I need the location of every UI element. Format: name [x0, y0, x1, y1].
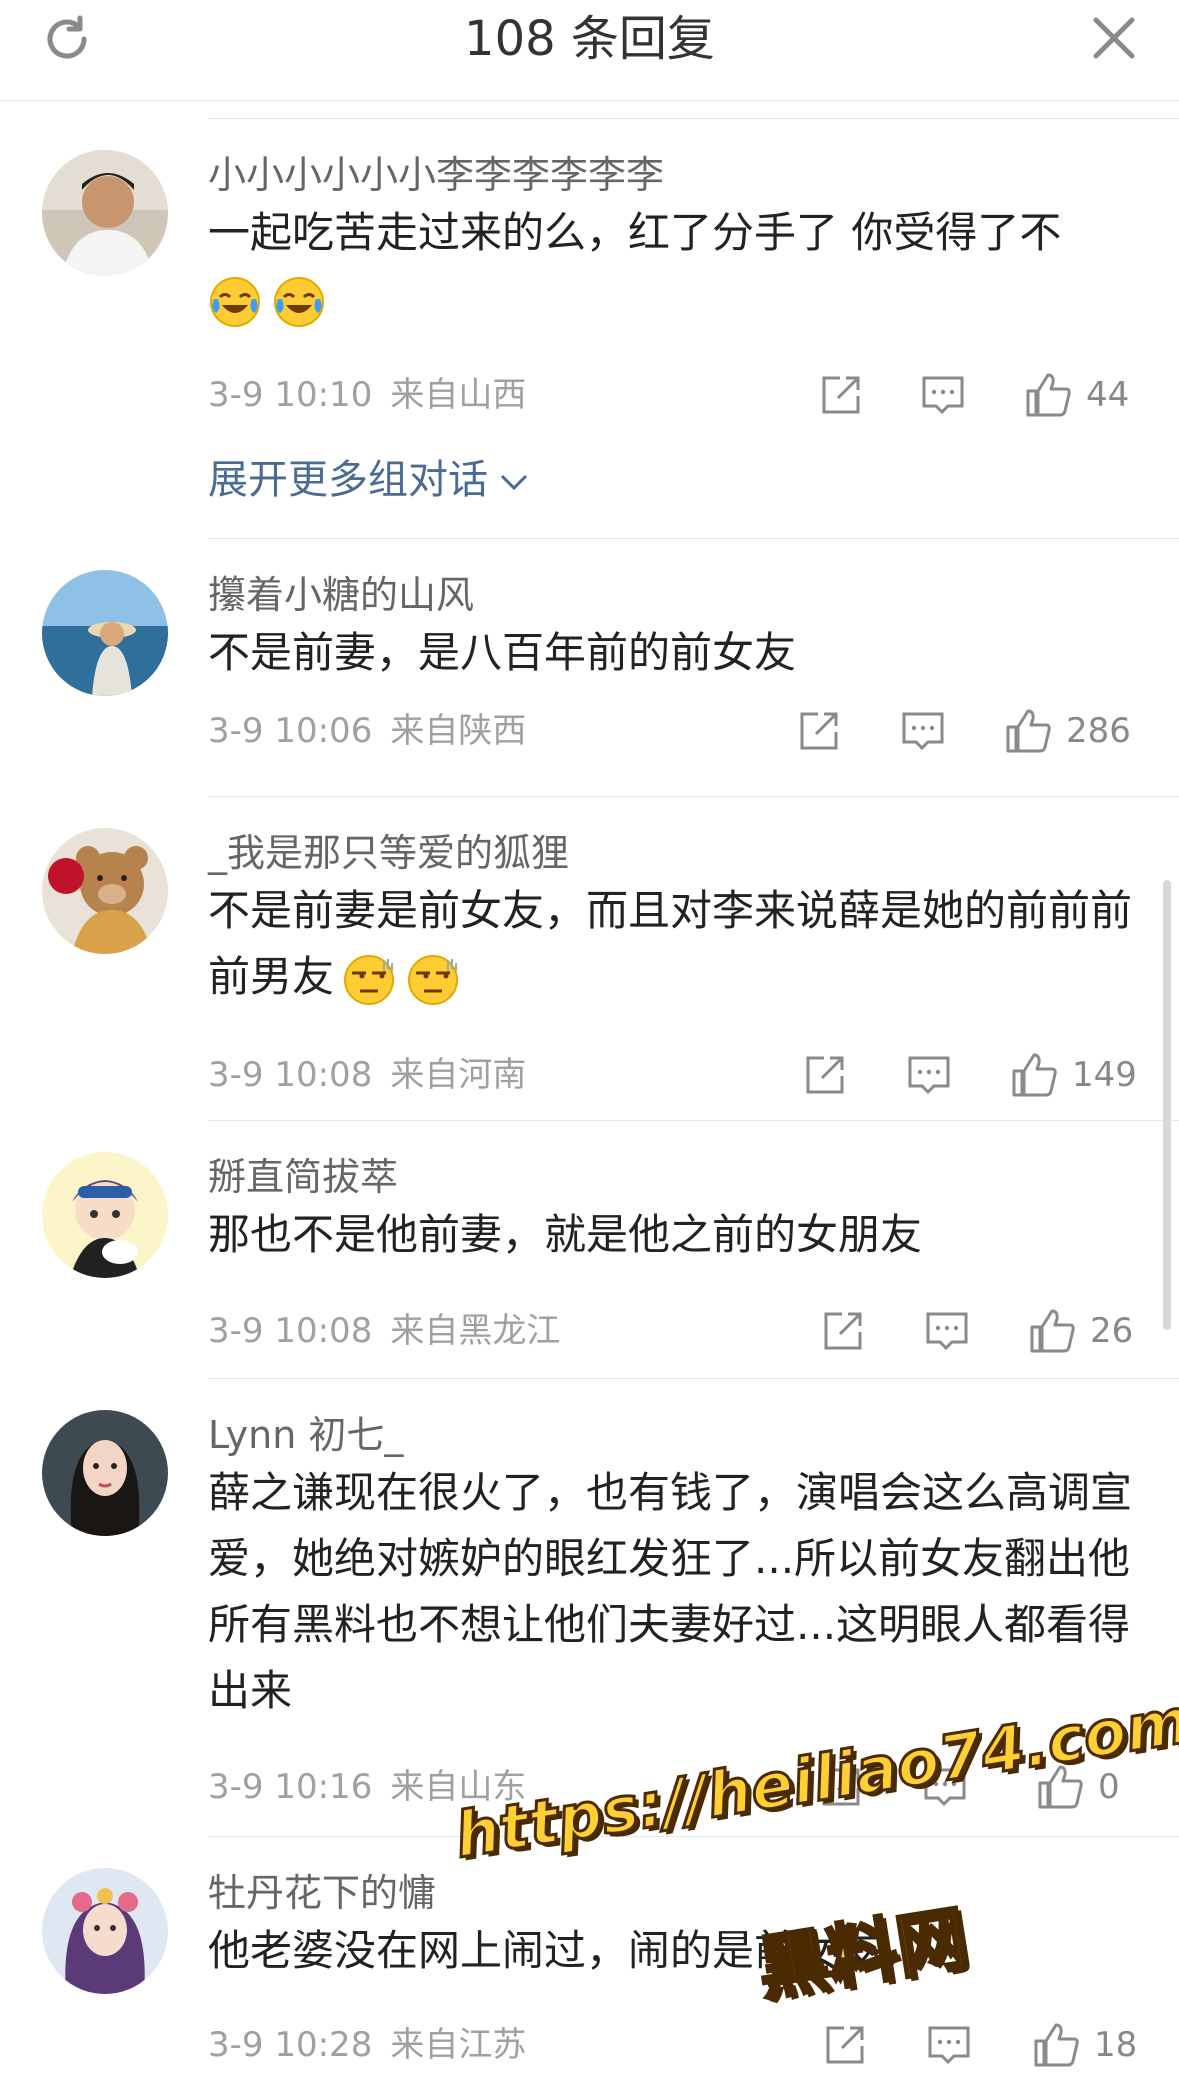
- chevron-down-icon: [500, 474, 528, 491]
- share-icon: [800, 712, 838, 750]
- scrollbar[interactable]: [1163, 880, 1171, 1330]
- reply-button[interactable]: [900, 706, 946, 756]
- comment-time: 3-9 10:16: [208, 1767, 373, 1807]
- comment-text: 薛之谦现在很火了，也有钱了，演唱会这么高调宣爱，她绝对嫉妒的眼红发狂了...所以…: [208, 1468, 1133, 1715]
- username[interactable]: _我是那只等爱的狐狸: [208, 828, 569, 878]
- side-eye-emoji: [408, 954, 459, 1005]
- comment-item: 掰直简拔萃 那也不是他前妻，就是他之前的女朋友 3-9 10:08 来自黑龙江 2…: [0, 1152, 1179, 1362]
- close-icon[interactable]: [1090, 14, 1138, 62]
- reply-button[interactable]: [924, 1306, 970, 1356]
- laugh-cry-emoji: [210, 276, 260, 327]
- username[interactable]: 掰直简拔萃: [208, 1152, 398, 1202]
- comment-time: 3-9 10:08: [208, 1055, 373, 1095]
- comment-item: 小小小小小小李李李李李李 一起吃苦走过来的么，红了分手了 你受得了不 3-9 1…: [0, 150, 1179, 540]
- divider: [208, 796, 1179, 797]
- like-button[interactable]: 286: [1004, 706, 1131, 756]
- avatar[interactable]: [42, 150, 168, 276]
- comment-meta: 3-9 10:06 来自陕西: [208, 706, 526, 756]
- divider: [208, 1120, 1179, 1121]
- laugh-cry-emoji: [274, 276, 324, 327]
- page-title: 108 条回复: [464, 11, 715, 67]
- comment-text: 一起吃苦走过来的么，红了分手了 你受得了不: [208, 200, 1138, 332]
- like-count: 44: [1086, 375, 1130, 415]
- comment-icon: [902, 712, 944, 751]
- like-button[interactable]: 44: [1024, 370, 1129, 420]
- header-bar: 108 条回复: [0, 0, 1179, 101]
- avatar[interactable]: [42, 1410, 168, 1536]
- comment-text-body: 一起吃苦走过来的么，红了分手了 你受得了不: [208, 208, 1062, 257]
- expand-conversation-link[interactable]: 展开更多组对话: [208, 452, 532, 508]
- comment-item: _我是那只等爱的狐狸 不是前妻是前女友，而且对李来说薛是她的前前前前男友 3-9…: [0, 828, 1179, 1118]
- like-button[interactable]: 149: [1010, 1050, 1137, 1100]
- divider: [208, 1378, 1179, 1379]
- expand-label: 展开更多组对话: [208, 457, 488, 503]
- reply-button[interactable]: [920, 370, 966, 420]
- share-icon: [824, 1312, 862, 1350]
- comment-text: 不是前妻是前女友，而且对李来说薛是她的前前前前男友: [208, 878, 1138, 1010]
- divider: [208, 538, 1179, 539]
- username[interactable]: Lynn 初七_: [208, 1410, 403, 1460]
- side-eye-emoji: [344, 954, 395, 1005]
- username[interactable]: 小小小小小小李李李李李李: [208, 150, 664, 200]
- like-button[interactable]: 26: [1028, 1306, 1133, 1356]
- comment-icon: [926, 1312, 968, 1351]
- comment-icon: [908, 1056, 950, 1095]
- username[interactable]: 牡丹花下的慵: [208, 1868, 436, 1918]
- like-count: 18: [1094, 2025, 1138, 2065]
- comment-location: 来自陕西: [390, 711, 527, 751]
- comment-time: 3-9 10:06: [208, 711, 373, 751]
- avatar[interactable]: [42, 828, 168, 954]
- like-count: 286: [1066, 711, 1131, 751]
- like-count: 149: [1072, 1055, 1137, 1095]
- share-button[interactable]: [820, 1306, 866, 1356]
- avatar[interactable]: [42, 570, 168, 696]
- comment-icon: [922, 376, 964, 415]
- avatar[interactable]: [42, 1868, 168, 1994]
- share-button[interactable]: [802, 1050, 848, 1100]
- comment-location: 来自江苏: [390, 2025, 527, 2065]
- comment-item: 攥着小糖的山风 不是前妻，是八百年前的前女友 3-9 10:06 来自陕西 286: [0, 570, 1179, 780]
- username[interactable]: 攥着小糖的山风: [208, 570, 474, 620]
- comment-time: 3-9 10:08: [208, 1311, 373, 1351]
- comment-text: 不是前妻，是八百年前的前女友: [208, 628, 797, 677]
- comment-location: 来自山西: [390, 375, 527, 415]
- divider: [208, 118, 1179, 119]
- share-button[interactable]: [818, 370, 864, 420]
- share-button[interactable]: [796, 706, 842, 756]
- watermark: https://heiliao74.com 黑料网: [449, 1682, 1179, 2030]
- thumb-up-icon: [1030, 1309, 1075, 1353]
- comment-location: 来自河南: [390, 1055, 527, 1095]
- share-icon: [806, 1056, 844, 1094]
- comment-location: 来自黑龙江: [390, 1311, 561, 1351]
- comment-meta: 3-9 10:08 来自河南: [208, 1050, 526, 1100]
- thumb-up-icon: [1012, 1053, 1057, 1097]
- thumb-up-icon: [1006, 709, 1051, 753]
- comment-text: 那也不是他前妻，就是他之前的女朋友: [208, 1210, 923, 1259]
- avatar[interactable]: [42, 1152, 168, 1278]
- thumb-up-icon: [1026, 373, 1071, 417]
- watermark-site: 黑料网: [751, 1895, 974, 2012]
- comment-time: 3-9 10:10: [208, 375, 373, 415]
- reply-button[interactable]: [906, 1050, 952, 1100]
- comment-meta: 3-9 10:10 来自山西: [208, 370, 526, 420]
- share-icon: [822, 376, 860, 414]
- comment-meta: 3-9 10:08 来自黑龙江: [208, 1306, 560, 1356]
- like-count: 26: [1090, 1311, 1134, 1351]
- comment-time: 3-9 10:28: [208, 2025, 373, 2065]
